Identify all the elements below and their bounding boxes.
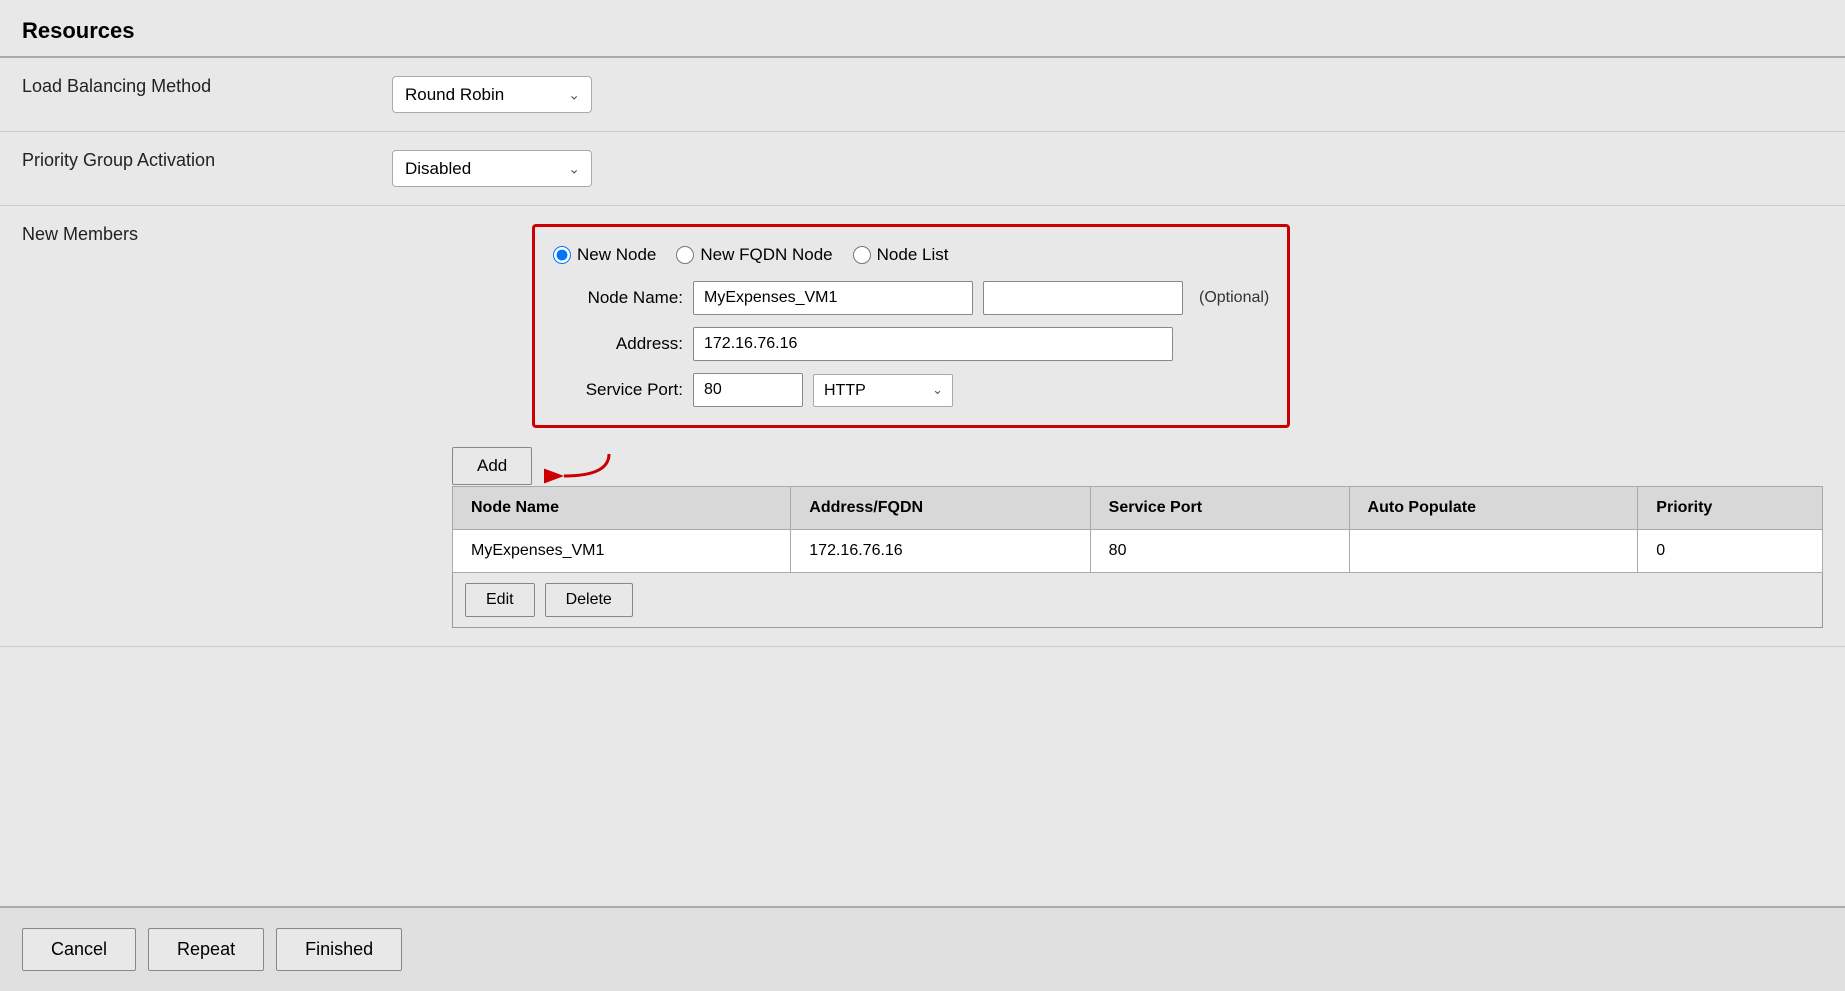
new-members-label: New Members <box>0 206 370 647</box>
main-content: Resources Load Balancing Method Round Ro… <box>0 0 1845 906</box>
radio-node-list-label: Node List <box>877 245 949 265</box>
col-address-fqdn: Address/FQDN <box>791 487 1090 530</box>
priority-group-label: Priority Group Activation <box>0 132 370 206</box>
load-balancing-control: Round Robin Least Connections Weighted R… <box>370 58 1845 132</box>
node-name-input[interactable] <box>693 281 973 315</box>
address-row: Address: <box>553 327 1269 361</box>
address-input[interactable] <box>693 327 1173 361</box>
radio-new-node-label: New Node <box>577 245 656 265</box>
arrow-icon <box>544 446 614 486</box>
priority-group-dropdown-wrapper: Disabled Enabled ⌄ <box>392 150 592 187</box>
row-service-port: 80 <box>1090 530 1349 573</box>
edit-button[interactable]: Edit <box>465 583 535 617</box>
page-wrapper: Resources Load Balancing Method Round Ro… <box>0 0 1845 991</box>
add-area: Add <box>452 446 1823 486</box>
delete-button[interactable]: Delete <box>545 583 633 617</box>
table-row: MyExpenses_VM1 172.16.76.16 80 0 <box>453 530 1823 573</box>
node-name-label: Node Name: <box>553 288 683 308</box>
repeat-button[interactable]: Repeat <box>148 928 264 971</box>
node-name-row: Node Name: (Optional) <box>553 281 1269 315</box>
priority-group-select[interactable]: Disabled Enabled <box>392 150 592 187</box>
address-label: Address: <box>553 334 683 354</box>
optional-text: (Optional) <box>1199 289 1269 307</box>
col-priority: Priority <box>1638 487 1823 530</box>
radio-node-list[interactable]: Node List <box>853 245 949 265</box>
new-members-row: New Members New Node <box>0 206 1845 647</box>
form-table: Load Balancing Method Round Robin Least … <box>0 58 1845 647</box>
load-balancing-label: Load Balancing Method <box>0 58 370 132</box>
col-service-port: Service Port <box>1090 487 1349 530</box>
members-table-header-row: Node Name Address/FQDN Service Port Auto… <box>453 487 1823 530</box>
service-port-row: Service Port: HTTP HTTPS FTP SMTP <box>553 373 1269 407</box>
members-table-full: Node Name Address/FQDN Service Port Auto… <box>452 486 1823 573</box>
load-balancing-dropdown-wrapper: Round Robin Least Connections Weighted R… <box>392 76 592 113</box>
node-name-optional-input[interactable] <box>983 281 1183 315</box>
radio-fqdn-node-label: New FQDN Node <box>700 245 832 265</box>
row-priority: 0 <box>1638 530 1823 573</box>
service-port-input[interactable] <box>693 373 803 407</box>
radio-new-node[interactable]: New Node <box>553 245 656 265</box>
members-edit-actions: Edit Delete <box>452 573 1823 628</box>
col-auto-populate: Auto Populate <box>1349 487 1638 530</box>
radio-area: New Node New FQDN Node Node List <box>472 224 1823 428</box>
priority-group-row: Priority Group Activation Disabled Enabl… <box>0 132 1845 206</box>
service-type-dropdown-wrapper: HTTP HTTPS FTP SMTP Custom ⌄ <box>813 374 953 407</box>
service-port-label: Service Port: <box>553 380 683 400</box>
highlight-box: New Node New FQDN Node Node List <box>532 224 1290 428</box>
radio-new-node-input[interactable] <box>553 246 571 264</box>
cancel-button[interactable]: Cancel <box>22 928 136 971</box>
load-balancing-row: Load Balancing Method Round Robin Least … <box>0 58 1845 132</box>
row-auto-populate <box>1349 530 1638 573</box>
new-members-cell: New Node New FQDN Node Node List <box>370 206 1845 647</box>
members-table-body: MyExpenses_VM1 172.16.76.16 80 0 <box>453 530 1823 573</box>
radio-node-list-input[interactable] <box>853 246 871 264</box>
radio-fqdn-node-input[interactable] <box>676 246 694 264</box>
service-type-select[interactable]: HTTP HTTPS FTP SMTP Custom <box>813 374 953 407</box>
radio-fqdn-node[interactable]: New FQDN Node <box>676 245 832 265</box>
priority-group-control: Disabled Enabled ⌄ <box>370 132 1845 206</box>
members-table-head: Node Name Address/FQDN Service Port Auto… <box>453 487 1823 530</box>
load-balancing-select[interactable]: Round Robin Least Connections Weighted R… <box>392 76 592 113</box>
row-node-name: MyExpenses_VM1 <box>453 530 791 573</box>
finished-button[interactable]: Finished <box>276 928 402 971</box>
page-title: Resources <box>0 0 1845 58</box>
row-address: 172.16.76.16 <box>791 530 1090 573</box>
members-table: Node Name Address/FQDN Service Port Auto… <box>452 486 1823 573</box>
bottom-bar: Cancel Repeat Finished <box>0 906 1845 991</box>
col-node-name: Node Name <box>453 487 791 530</box>
arrow-container <box>544 446 614 486</box>
add-button[interactable]: Add <box>452 447 532 485</box>
